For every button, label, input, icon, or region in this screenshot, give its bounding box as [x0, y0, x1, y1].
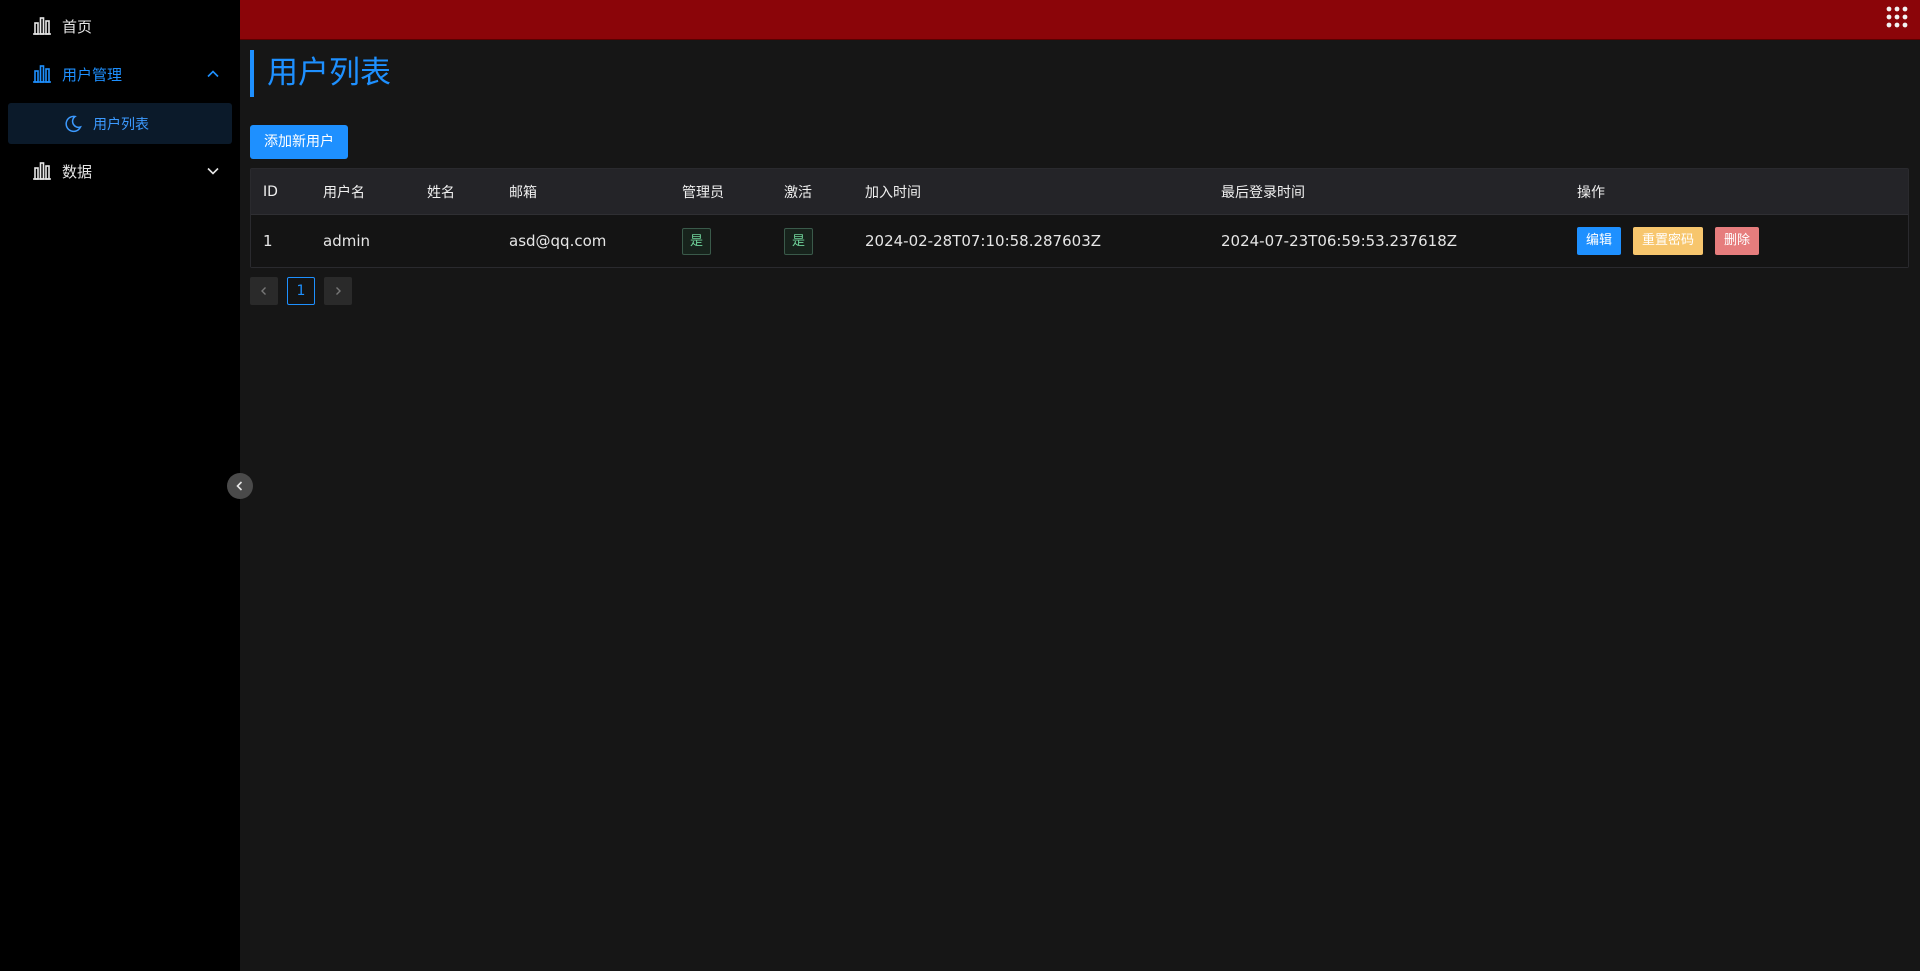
- sidebar-item-label: 首页: [62, 18, 93, 36]
- table-header: ID 用户名 姓名 邮箱 管理员 激活 加入时间 最后登录时间 操作: [251, 169, 1908, 215]
- cell-active: 是: [784, 215, 814, 267]
- column-header-last-login: 最后登录时间: [1221, 184, 1305, 201]
- cell-username: admin: [323, 232, 370, 250]
- column-header-active: 激活: [784, 184, 812, 201]
- moon-icon: [65, 115, 82, 133]
- admin-status-badge: 是: [682, 227, 712, 255]
- chevron-up-icon: [207, 70, 219, 78]
- bar-chart-icon: [33, 65, 51, 83]
- active-status-badge: 是: [784, 227, 814, 255]
- main-content: 用户列表 添加新用户 ID 用户名 姓名 邮箱 管理员 激活 加入时间 最后登录…: [240, 40, 1920, 971]
- edit-button[interactable]: 编辑: [1577, 227, 1622, 255]
- reset-password-button[interactable]: 重置密码: [1633, 227, 1704, 255]
- top-bar: [240, 0, 1920, 40]
- sidebar-item-home[interactable]: 首页: [0, 2, 240, 50]
- sidebar-subitem-user-list[interactable]: 用户列表: [8, 103, 232, 144]
- sidebar-item-label: 数据: [62, 163, 93, 181]
- next-page-button[interactable]: [324, 277, 352, 305]
- pagination: 1: [250, 277, 352, 305]
- add-user-button[interactable]: 添加新用户: [250, 125, 348, 159]
- cell-email: asd@qq.com: [509, 232, 607, 250]
- sidebar-collapse-button[interactable]: [227, 473, 253, 499]
- column-header-joined: 加入时间: [865, 184, 921, 201]
- grid-icon[interactable]: [1886, 6, 1908, 28]
- bar-chart-icon: [33, 17, 51, 35]
- cell-admin: 是: [682, 215, 712, 267]
- column-header-email: 邮箱: [509, 184, 537, 201]
- user-table: ID 用户名 姓名 邮箱 管理员 激活 加入时间 最后登录时间 操作 1 adm…: [250, 168, 1909, 268]
- sidebar: 首页 用户管理 用户列表 数据: [0, 0, 240, 971]
- column-header-username: 用户名: [323, 184, 365, 201]
- page-title: 用户列表: [250, 50, 391, 97]
- sidebar-item-user-management[interactable]: 用户管理: [0, 50, 240, 98]
- sidebar-item-data[interactable]: 数据: [0, 147, 240, 195]
- table-row: 1 admin asd@qq.com 是 是 2024-02-28T07:10:…: [251, 215, 1908, 267]
- chevron-down-icon: [207, 167, 219, 175]
- chevron-left-icon: [261, 287, 266, 295]
- delete-button[interactable]: 删除: [1715, 227, 1760, 255]
- chevron-left-icon: [236, 481, 243, 491]
- column-header-actions: 操作: [1577, 184, 1605, 201]
- cell-id: 1: [263, 232, 273, 250]
- column-header-name: 姓名: [427, 184, 455, 201]
- bar-chart-icon: [33, 162, 51, 180]
- column-header-id: ID: [263, 183, 278, 200]
- cell-actions: 编辑 重置密码 删除: [1577, 215, 1771, 267]
- column-header-admin: 管理员: [682, 184, 724, 201]
- sidebar-item-label: 用户管理: [62, 66, 123, 84]
- cell-joined: 2024-02-28T07:10:58.287603Z: [865, 232, 1102, 250]
- page-number-button[interactable]: 1: [287, 277, 315, 305]
- cell-last-login: 2024-07-23T06:59:53.237618Z: [1221, 232, 1458, 250]
- chevron-right-icon: [336, 287, 341, 295]
- prev-page-button[interactable]: [250, 277, 278, 305]
- sidebar-subitem-label: 用户列表: [93, 117, 149, 133]
